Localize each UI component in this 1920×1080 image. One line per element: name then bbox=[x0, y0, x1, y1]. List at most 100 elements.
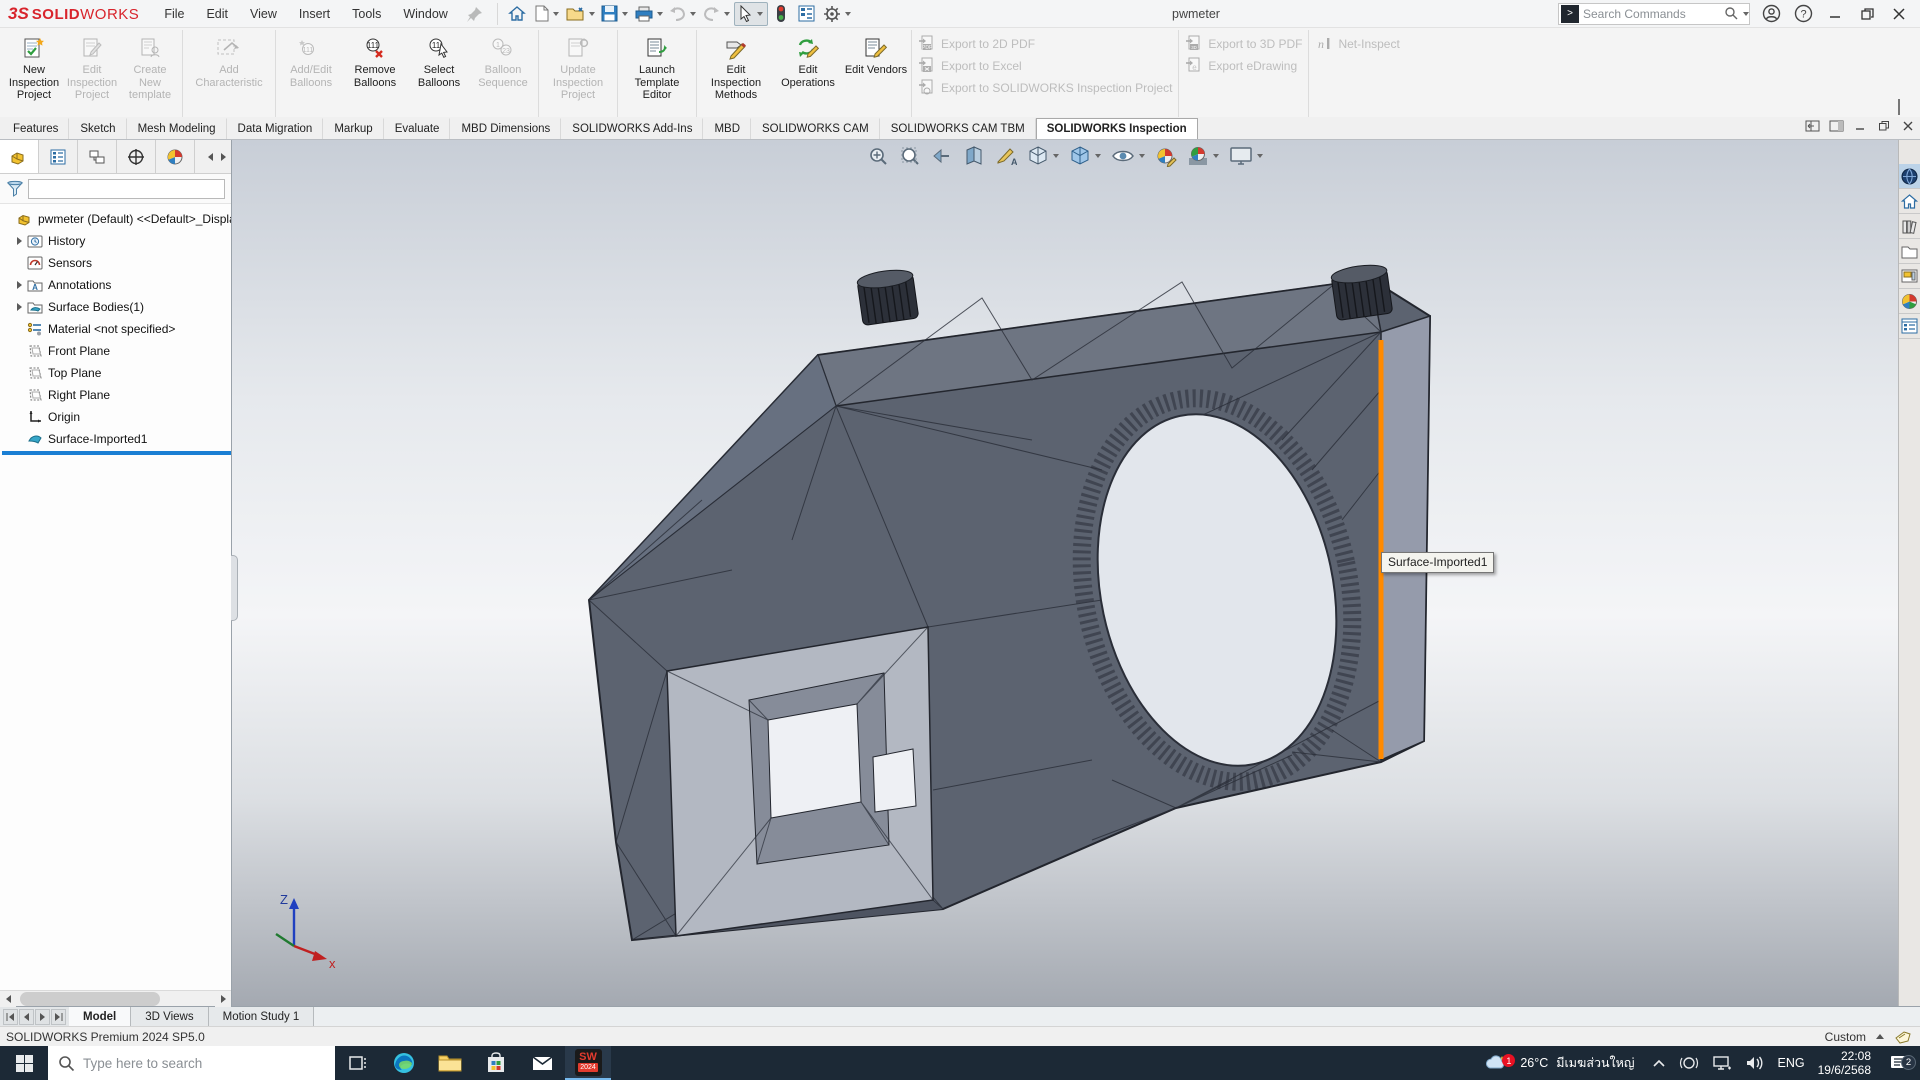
ribbon-collapse-button[interactable] bbox=[1898, 101, 1912, 111]
prev-tab-button[interactable] bbox=[19, 1009, 34, 1025]
add-edit-balloons-button[interactable]: 111 Add/Edit Balloons bbox=[279, 32, 343, 89]
dropdown-caret[interactable] bbox=[757, 12, 763, 16]
feature-manager-tab[interactable] bbox=[0, 140, 39, 173]
menu-tools[interactable]: Tools bbox=[341, 0, 392, 28]
save-button[interactable] bbox=[598, 2, 632, 26]
microsoft-store-icon[interactable] bbox=[473, 1046, 519, 1080]
account-button[interactable] bbox=[1760, 3, 1782, 25]
display-state-label[interactable]: Custom bbox=[1825, 1030, 1866, 1044]
dropdown-caret[interactable] bbox=[589, 12, 595, 16]
display-manager-tab[interactable] bbox=[156, 140, 195, 173]
home-button[interactable] bbox=[504, 2, 530, 26]
panel-tabs-scroll-right[interactable] bbox=[221, 153, 226, 161]
panel-horizontal-scrollbar[interactable] bbox=[0, 990, 231, 1006]
tree-filter-input[interactable] bbox=[28, 179, 225, 199]
dropdown-caret[interactable] bbox=[845, 12, 851, 16]
edit-operations-button[interactable]: Edit Operations bbox=[772, 32, 844, 89]
edit-appearance-icon[interactable] bbox=[1151, 143, 1181, 169]
model-small-opening[interactable] bbox=[873, 749, 916, 812]
previous-view-icon[interactable] bbox=[927, 143, 957, 169]
print-button[interactable] bbox=[632, 2, 666, 26]
graphics-viewport[interactable]: A bbox=[232, 140, 1898, 1006]
menu-window[interactable]: Window bbox=[392, 0, 458, 28]
restore-button[interactable] bbox=[1856, 3, 1878, 25]
edge-browser-icon[interactable] bbox=[381, 1046, 427, 1080]
select-balloons-button[interactable]: 11 Select Balloons bbox=[407, 32, 471, 89]
tab-sketch[interactable]: Sketch bbox=[69, 118, 126, 139]
action-center-button[interactable]: 2 bbox=[1884, 1054, 1914, 1072]
edit-vendors-button[interactable]: Edit Vendors bbox=[844, 32, 908, 77]
tree-item-surface-imported1[interactable]: Surface-Imported1 bbox=[2, 428, 231, 450]
tab-solidworks-add-ins[interactable]: SOLIDWORKS Add-Ins bbox=[561, 118, 703, 139]
expand-caret[interactable] bbox=[17, 281, 22, 289]
3d-views-tab[interactable]: 3D Views bbox=[131, 1007, 208, 1026]
tree-item-top-plane[interactable]: Top Plane bbox=[2, 362, 231, 384]
design-library-button[interactable] bbox=[1899, 214, 1920, 239]
last-tab-button[interactable] bbox=[51, 1009, 66, 1025]
dimxpert-manager-tab[interactable] bbox=[117, 140, 156, 173]
search-dropdown-caret[interactable] bbox=[1743, 12, 1749, 16]
knob-right[interactable] bbox=[1330, 262, 1393, 320]
export-sw-inspection-project-button[interactable]: Export to SOLIDWORKS Inspection Project bbox=[918, 78, 1172, 97]
dropdown-caret[interactable] bbox=[1095, 154, 1101, 158]
edit-inspection-project-button[interactable]: Edit Inspection Project bbox=[63, 32, 121, 102]
dropdown-caret[interactable] bbox=[1257, 154, 1263, 158]
filter-funnel-icon[interactable] bbox=[6, 180, 24, 198]
hide-show-items-icon[interactable] bbox=[1107, 143, 1149, 169]
model-square-opening[interactable] bbox=[768, 704, 861, 818]
tree-root-pwmeter[interactable]: pwmeter (Default) <<Default>_Display bbox=[2, 208, 231, 230]
help-button[interactable]: ? bbox=[1792, 3, 1814, 25]
dropdown-caret[interactable] bbox=[690, 12, 696, 16]
tab-mbd[interactable]: MBD bbox=[703, 118, 751, 139]
export-2d-pdf-button[interactable]: PDF Export to 2D PDF bbox=[918, 34, 1035, 53]
file-properties-button[interactable] bbox=[794, 2, 820, 26]
tab-solidworks-cam-tbm[interactable]: SOLIDWORKS CAM TBM bbox=[880, 118, 1036, 139]
remove-balloons-button[interactable]: 111 Remove Balloons bbox=[343, 32, 407, 89]
tree-item-annotations[interactable]: A Annotations bbox=[2, 274, 231, 296]
first-tab-button[interactable] bbox=[3, 1009, 18, 1025]
weather-widget[interactable]: 1 26°C มีเมฆส่วนใหญ่ bbox=[1482, 1052, 1638, 1074]
volume-icon[interactable] bbox=[1745, 1055, 1765, 1071]
configuration-manager-tab[interactable] bbox=[78, 140, 117, 173]
dropdown-caret[interactable] bbox=[1053, 154, 1059, 158]
tab-evaluate[interactable]: Evaluate bbox=[384, 118, 451, 139]
taskbar-clock[interactable]: 22:08 19/6/2568 bbox=[1818, 1049, 1871, 1077]
tab-solidworks-cam[interactable]: SOLIDWORKS CAM bbox=[751, 118, 880, 139]
new-document-button[interactable] bbox=[530, 2, 564, 26]
home-pane-button[interactable] bbox=[1899, 189, 1920, 214]
tree-item-surface-bodies[interactable]: Surface Bodies(1) bbox=[2, 296, 231, 318]
tab-mesh-modeling[interactable]: Mesh Modeling bbox=[127, 118, 227, 139]
motion-study-tab[interactable]: Motion Study 1 bbox=[209, 1007, 315, 1026]
dynamic-annotation-views-icon[interactable]: A bbox=[991, 143, 1021, 169]
tag-editor-icon[interactable] bbox=[1894, 1030, 1912, 1044]
show-hidden-icons-chevron[interactable] bbox=[1652, 1058, 1666, 1068]
tab-solidworks-inspection[interactable]: SOLIDWORKS Inspection bbox=[1036, 118, 1198, 139]
export-edrawing-button[interactable]: e Export eDrawing bbox=[1185, 56, 1297, 75]
tab-data-migration[interactable]: Data Migration bbox=[227, 118, 324, 139]
command-search[interactable]: > bbox=[1558, 3, 1750, 25]
dropdown-caret[interactable] bbox=[657, 12, 663, 16]
options-gear-button[interactable] bbox=[820, 2, 854, 26]
tree-item-sensors[interactable]: Sensors bbox=[2, 252, 231, 274]
zoom-to-fit-icon[interactable] bbox=[863, 143, 893, 169]
panel-tabs-scroll-left[interactable] bbox=[208, 153, 213, 161]
zoom-to-area-icon[interactable] bbox=[895, 143, 925, 169]
search-icon[interactable] bbox=[1724, 6, 1739, 21]
solidworks-resources-button[interactable] bbox=[1899, 164, 1920, 189]
net-inspect-button[interactable]: n Net-Inspect bbox=[1315, 34, 1399, 53]
taskbar-search[interactable] bbox=[48, 1046, 335, 1080]
open-button[interactable] bbox=[564, 2, 598, 26]
menu-insert[interactable]: Insert bbox=[288, 0, 341, 28]
tab-features[interactable]: Features bbox=[2, 118, 69, 139]
tree-item-history[interactable]: History bbox=[2, 230, 231, 252]
redo-button[interactable] bbox=[700, 2, 734, 26]
file-explorer-icon[interactable] bbox=[427, 1046, 473, 1080]
knob-left[interactable] bbox=[856, 267, 919, 325]
language-indicator[interactable]: ENG bbox=[1778, 1056, 1805, 1070]
file-explorer-pane-button[interactable] bbox=[1899, 239, 1920, 264]
task-view-button[interactable] bbox=[335, 1046, 381, 1080]
doc-minimize-icon[interactable] bbox=[1852, 119, 1868, 133]
display-state-caret[interactable] bbox=[1876, 1034, 1884, 1039]
minimize-button[interactable] bbox=[1824, 3, 1846, 25]
doc-restore-icon[interactable] bbox=[1876, 119, 1892, 133]
